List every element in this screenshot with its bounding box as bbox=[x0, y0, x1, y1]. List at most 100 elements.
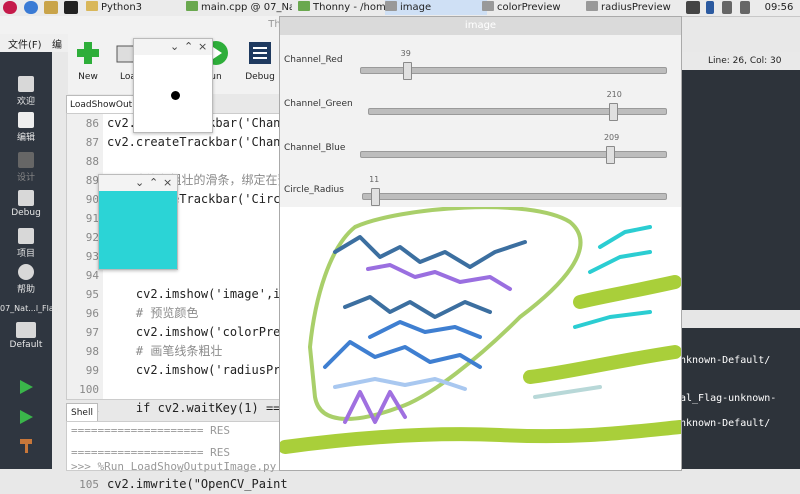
sidebar-item-default[interactable]: Default bbox=[0, 322, 52, 350]
line-number: 88 bbox=[85, 155, 99, 168]
sidebar-item-project[interactable]: 项目 bbox=[0, 228, 52, 259]
code-line: 105 cv2.imwrite("OpenCV_Paint bbox=[67, 475, 288, 494]
sidebar-item-edit[interactable]: 编辑 bbox=[0, 112, 52, 143]
shell-line: ==================== RES bbox=[71, 446, 230, 459]
debug-run-icon-sidebar[interactable] bbox=[0, 408, 52, 429]
vnc-icon[interactable] bbox=[686, 1, 700, 14]
status-bar: Line: 26, Col: 30 bbox=[680, 52, 800, 70]
line-number: 86 bbox=[85, 117, 99, 130]
pencil-icon bbox=[18, 152, 34, 168]
thonny-icon bbox=[298, 1, 310, 11]
line-number: 100 bbox=[79, 383, 99, 396]
panel-header bbox=[680, 310, 800, 328]
raspberry-menu-icon[interactable] bbox=[3, 1, 17, 14]
taskbar-image[interactable]: image bbox=[385, 0, 487, 15]
line-number: 91 bbox=[85, 212, 99, 225]
grid-icon bbox=[18, 76, 34, 92]
taskbar-python[interactable]: Python3 bbox=[86, 0, 181, 15]
image-window-title[interactable]: image bbox=[280, 17, 681, 35]
slider-label: Channel_Blue bbox=[284, 143, 346, 153]
volume-icon[interactable] bbox=[740, 1, 750, 14]
wrench-icon bbox=[18, 228, 34, 244]
taskbar-thonny[interactable]: Thonny - /home/pi... bbox=[298, 0, 393, 15]
sidebar-item-debug[interactable]: Debug bbox=[0, 190, 52, 218]
slider-handle[interactable] bbox=[371, 188, 381, 206]
clock: 09:56 bbox=[764, 2, 794, 13]
radius-dot bbox=[171, 91, 180, 100]
code-line: 99 cv2.imshow('radiusPre bbox=[67, 361, 288, 380]
color-preview-window[interactable]: ⌄ ⌃ × bbox=[98, 174, 178, 270]
window-icon bbox=[586, 1, 598, 11]
window-titlebar[interactable]: ⌄ ⌃ × bbox=[134, 39, 212, 55]
line-number: 95 bbox=[85, 288, 99, 301]
browser-icon[interactable] bbox=[24, 1, 38, 14]
image-window[interactable]: image Channel_Red 39 Channel_Green 210 Chann… bbox=[278, 16, 687, 471]
terminal-icon[interactable] bbox=[64, 1, 78, 14]
line-number: 97 bbox=[85, 326, 99, 339]
sidebar-item-help[interactable]: 帮助 bbox=[0, 264, 52, 295]
slider-value: 39 bbox=[400, 49, 411, 58]
code-line: 98 # 画笔线条粗壮 bbox=[67, 342, 281, 361]
slider-label: Channel_Red bbox=[284, 55, 343, 65]
new-button[interactable]: New bbox=[68, 40, 108, 82]
close-icon[interactable]: × bbox=[198, 39, 207, 55]
slider-value: 209 bbox=[603, 133, 620, 142]
window-icon bbox=[385, 1, 397, 11]
bluetooth-icon[interactable] bbox=[706, 1, 714, 14]
shell-console[interactable]: ==================== RES ===============… bbox=[66, 421, 282, 473]
monitor-icon bbox=[16, 322, 36, 338]
menubar: 文件(F) 编 bbox=[0, 34, 68, 52]
code-line: 95 cv2.imshow('image',im bbox=[67, 285, 288, 304]
sidebar: 欢迎 编辑 设计 Debug 项目 帮助 07_Nat...l_Flag Def… bbox=[0, 52, 59, 469]
code-text: cv2.imshow('colorPrev bbox=[107, 325, 288, 339]
radius-preview-window[interactable]: ⌄ ⌃ × bbox=[133, 38, 213, 133]
slider-track[interactable] bbox=[360, 151, 667, 158]
shell-line: >>> %Run LoadShowOutputImage.py bbox=[71, 460, 277, 473]
slider-track[interactable] bbox=[368, 108, 667, 115]
shell-tab[interactable]: Shell bbox=[66, 403, 98, 422]
code-text: cv2.imwrite("OpenCV_Paint bbox=[107, 477, 288, 491]
debug-icon bbox=[249, 42, 271, 64]
taskbar: Python3 main.cpp @ 07_Nat... Thonny - /h… bbox=[0, 0, 800, 17]
menu-file[interactable]: 文件(F) bbox=[8, 36, 42, 51]
build-icon-sidebar[interactable] bbox=[0, 436, 52, 457]
line-number: 94 bbox=[85, 269, 99, 282]
code-text: cv2.imshow('radiusPre bbox=[107, 363, 288, 377]
line-number: 98 bbox=[85, 345, 99, 358]
slider-track[interactable] bbox=[362, 193, 667, 200]
sidebar-item-welcome[interactable]: 欢迎 bbox=[0, 76, 52, 107]
slider-value: 11 bbox=[369, 175, 380, 184]
close-icon[interactable]: × bbox=[163, 175, 172, 191]
files-icon[interactable] bbox=[44, 1, 58, 14]
slider-handle[interactable] bbox=[605, 146, 615, 164]
shell-line: ==================== RES bbox=[71, 424, 230, 437]
slider-handle[interactable] bbox=[608, 103, 618, 121]
code-line: 87 cv2.createTrackbar('Channel bbox=[67, 133, 302, 152]
code-text: # 画笔线条粗壮 bbox=[107, 344, 223, 358]
drawing bbox=[278, 205, 687, 454]
taskbar-maincpp[interactable]: main.cpp @ 07_Nat... bbox=[186, 0, 292, 15]
editor-tab[interactable]: LoadShowOutput bbox=[66, 95, 143, 114]
maximize-icon[interactable]: ⌃ bbox=[184, 39, 193, 55]
code-text: cv2.imshow('image',im bbox=[107, 287, 288, 301]
minimize-icon[interactable]: ⌄ bbox=[135, 175, 144, 191]
bug-icon bbox=[18, 190, 34, 206]
minimize-icon[interactable]: ⌄ bbox=[170, 39, 179, 55]
sidebar-item-project-flag[interactable]: 07_Nat...l_Flag bbox=[0, 304, 59, 313]
slider-value: 210 bbox=[606, 90, 622, 99]
run-icon-sidebar[interactable] bbox=[0, 378, 52, 399]
code-line: 96 # 预览颜色 bbox=[67, 304, 281, 323]
color-swatch bbox=[99, 191, 177, 269]
slider-handle[interactable] bbox=[402, 62, 412, 80]
wifi-icon[interactable] bbox=[722, 1, 732, 14]
maximize-icon[interactable]: ⌃ bbox=[149, 175, 158, 191]
taskbar-radiuspreview[interactable]: radiusPreview bbox=[586, 0, 684, 15]
window-titlebar[interactable]: ⌄ ⌃ × bbox=[99, 175, 177, 191]
sidebar-item-design[interactable]: 设计 bbox=[0, 152, 52, 183]
line-number: 96 bbox=[85, 307, 99, 320]
paint-canvas[interactable] bbox=[278, 205, 687, 470]
menu-edit[interactable]: 编 bbox=[52, 36, 62, 51]
taskbar-colorpreview[interactable]: colorPreview bbox=[482, 0, 580, 15]
debug-button[interactable]: Debug bbox=[240, 40, 280, 82]
slider-label: Channel_Green bbox=[284, 99, 353, 109]
